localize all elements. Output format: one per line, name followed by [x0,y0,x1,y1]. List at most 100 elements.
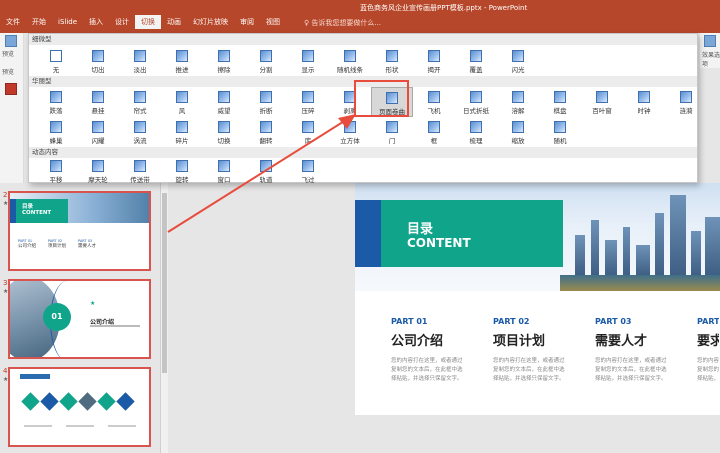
transition-pan[interactable]: 平移 [35,156,77,186]
transition-ripple[interactable]: 涟漪 [665,87,707,117]
part-label: PART 03 [595,317,632,326]
thumb-text-line [66,425,94,427]
tab-animations[interactable]: 动画 [161,15,187,29]
transition-switch[interactable]: 切换 [203,117,245,147]
effect-options-icon[interactable] [704,35,716,47]
transition-fall-over[interactable]: 跌落 [35,87,77,117]
section-body: 您的内容打在这里，或者通过复制您的文本后，在此框中选择粘贴，并选择只保留文字。 [697,358,719,382]
tab-design[interactable]: 设计 [109,15,135,29]
ribbon-tabs: 文件 开始 iSlide 插入 设计 切换 动画 幻灯片放映 审阅 视图 [0,15,286,29]
tab-transitions[interactable]: 切换 [135,15,162,29]
preview-icon[interactable] [5,35,17,47]
transition-flash[interactable]: 闪光 [497,46,539,76]
tab-review[interactable]: 审阅 [234,15,260,29]
section-column: PART 02 项目计划 您的内容打在这里，或者通过复制您的文本后，在此框中选择… [493,317,595,384]
thumb-number-circle: 01 [43,303,71,331]
section-subtle: 细微型 [29,34,697,45]
glitter-icon [92,121,104,133]
transition-curtains[interactable]: 帘式 [119,87,161,117]
building [670,195,686,275]
transition-push[interactable]: 推进 [161,46,203,76]
accent-bar [355,200,381,267]
save-icon[interactable] [5,83,17,95]
transition-wind[interactable]: 风 [161,87,203,117]
transition-fly-through[interactable]: 飞过 [287,156,329,186]
thumb-col: PART 01 公司介绍 [18,239,36,249]
transition-gallery[interactable]: 库 [287,117,329,147]
scrollbar-thumb[interactable] [162,193,167,373]
tell-me-search[interactable]: ♀ 告诉我您想要做什么... [304,18,381,28]
thumbnails-scrollbar[interactable] [160,183,168,453]
reveal-icon [302,50,314,62]
transition-blinds[interactable]: 百叶窗 [581,87,623,117]
section-body: 您的内容打在这里，或者通过复制您的文本后，在此框中选择粘贴，并选择只保留文字。 [391,358,463,382]
transition-shred[interactable]: 碎片 [161,117,203,147]
transition-vortex[interactable]: 涡流 [119,117,161,147]
transition-fracture[interactable]: 折断 [245,87,287,117]
slide-thumbnails-pane: 2 ★ 目录 CONTENT PART 01 公司介绍 PART 02 项目计划 P… [0,183,160,453]
transition-wipe[interactable]: 擦除 [203,46,245,76]
transition-comb[interactable]: 梳理 [455,117,497,147]
transition-split[interactable]: 分割 [245,46,287,76]
transition-clock[interactable]: 时钟 [623,87,665,117]
slide-thumbnail-2[interactable]: 目录 CONTENT PART 01 公司介绍 PART 02 项目计划 PART … [8,191,151,271]
transition-cut[interactable]: 切出 [77,46,119,76]
diamond-shape [21,392,40,411]
transition-checkerboard[interactable]: 棋盘 [539,87,581,117]
orbit-icon [260,160,272,172]
transition-cube[interactable]: 立方体 [329,117,371,147]
airplane-icon [428,91,440,103]
transition-cover[interactable]: 覆盖 [455,46,497,76]
tab-insert[interactable]: 插入 [83,15,109,29]
transition-zoom[interactable]: 缩放 [497,117,539,147]
split-icon [260,50,272,62]
transition-glitter[interactable]: 闪耀 [77,117,119,147]
transition-random[interactable]: 随机 [539,117,581,147]
transition-shape[interactable]: 形状 [371,46,413,76]
building [575,235,585,275]
tab-home[interactable]: 开始 [26,15,52,29]
subtle-row: 无 切出 淡出 推进 擦除 分割 显示 随机线条 形状 揭开 覆盖 闪光 [35,46,539,76]
transition-fade[interactable]: 淡出 [119,46,161,76]
transition-drape[interactable]: 悬挂 [77,87,119,117]
slide-thumbnail-4[interactable] [8,367,151,447]
current-slide[interactable]: 目录 CONTENT PART 01 公司介绍 您的内容打在这里，或者通过复制您… [355,183,720,415]
doors-icon [386,121,398,133]
transition-doors[interactable]: 门 [371,117,413,147]
effect-options[interactable]: 效果选项 [700,33,720,68]
cut-icon [92,50,104,62]
transition-orbit[interactable]: 轨道 [245,156,287,186]
transition-reveal[interactable]: 显示 [287,46,329,76]
cover-icon [470,50,482,62]
tab-view[interactable]: 视图 [260,15,286,29]
transition-conveyor[interactable]: 传送带 [119,156,161,186]
preview-label: 预览 [2,51,15,58]
transition-dissolve[interactable]: 溶解 [497,87,539,117]
fall-over-icon [50,91,62,103]
transition-airplane[interactable]: 飞机 [413,87,455,117]
transition-flip[interactable]: 翻转 [245,117,287,147]
transition-crush[interactable]: 压碎 [287,87,329,117]
transition-rotate[interactable]: 旋转 [161,156,203,186]
transition-box[interactable]: 框 [413,117,455,147]
tab-file[interactable]: 文件 [0,15,26,29]
section-body: 您的内容打在这里，或者通过复制您的文本后，在此框中选择粘贴，并选择只保留文字。 [595,358,667,382]
random-icon [554,121,566,133]
building [605,240,617,275]
slide-subtitle: CONTENT [407,236,471,250]
tab-islide[interactable]: iSlide [52,15,83,29]
transition-none[interactable]: 无 [35,46,77,76]
transition-ferris-wheel[interactable]: 摩天轮 [77,156,119,186]
transition-honeycomb[interactable]: 蜂巢 [35,117,77,147]
transition-origami[interactable]: 日式折纸 [455,87,497,117]
thumb-text-line [24,425,52,427]
building [591,220,599,275]
box-icon [428,121,440,133]
transition-prestige[interactable]: 威望 [203,87,245,117]
transition-window[interactable]: 窗口 [203,156,245,186]
slide-thumbnail-3[interactable]: 01 ★ 公司介绍 [8,279,151,359]
transition-random-bars[interactable]: 随机线条 [329,46,371,76]
origami-icon [470,91,482,103]
tab-slideshow[interactable]: 幻灯片放映 [187,15,234,29]
transition-uncover[interactable]: 揭开 [413,46,455,76]
